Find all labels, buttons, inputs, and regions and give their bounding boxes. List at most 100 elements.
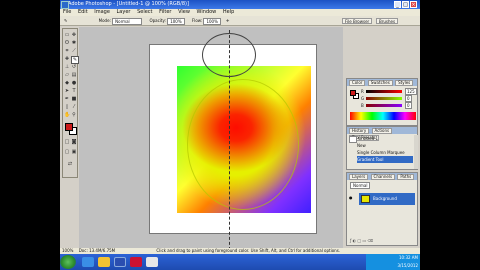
brush-tool-icon[interactable]: ✎ (71, 56, 79, 64)
flow-field[interactable]: 100% (203, 17, 221, 25)
jump-to-imageready-icon[interactable]: ⇄ (67, 161, 73, 167)
menu-layer[interactable]: Layer (117, 9, 131, 15)
tab-swatches[interactable]: Swatches (367, 80, 393, 86)
move-tool-icon[interactable]: ✥ (71, 32, 77, 38)
brush-tool-icon[interactable]: ✎ (64, 18, 67, 23)
tab-color[interactable]: Color (349, 80, 366, 86)
eyedropper-tool-icon[interactable]: ⁄ (71, 104, 77, 110)
type-tool-icon[interactable]: T (71, 88, 77, 94)
history-item-selected[interactable]: Gradient Tool (357, 156, 413, 163)
doc-size: Doc: 13.4M/6.75M (78, 248, 116, 253)
menu-help[interactable]: Help (223, 9, 234, 15)
maximize-button[interactable]: □ (402, 1, 409, 8)
menu-bar: File Edit Image Layer Select Filter View… (60, 9, 420, 16)
quick-mask-off-icon[interactable]: □ (64, 139, 70, 145)
blend-mode-select[interactable]: Normal (350, 182, 371, 189)
zoom-level[interactable]: 100% (62, 248, 73, 253)
green-value[interactable]: 0 (405, 95, 412, 102)
red-slider[interactable] (366, 90, 402, 93)
opacity-field[interactable]: 100% (167, 17, 185, 25)
blur-tool-icon[interactable]: ◆ (64, 80, 70, 86)
ie-icon[interactable] (82, 257, 94, 267)
menu-filter[interactable]: Filter (159, 9, 171, 15)
screen-mode-full-icon[interactable]: ▣ (71, 149, 77, 155)
history-item[interactable]: Single Column Marquee (357, 149, 413, 156)
color-fg-swatch[interactable] (350, 90, 356, 96)
tab-layers[interactable]: Layers (349, 174, 369, 180)
app-icon (61, 1, 69, 9)
history-item-label: Untitled-1 (358, 136, 379, 141)
system-tray: 10:32 AM 3/15/2012 (366, 254, 420, 270)
lasso-tool-icon[interactable]: ʘ (64, 40, 70, 46)
quick-mask-on-icon[interactable]: ◙ (71, 139, 77, 145)
close-button[interactable]: × (410, 1, 417, 8)
menu-image[interactable]: Image (94, 9, 110, 15)
tab-paths[interactable]: Paths (397, 174, 415, 180)
notes-tool-icon[interactable]: ▯ (64, 104, 70, 110)
tab-channels[interactable]: Channels (370, 174, 396, 180)
history-scrollbar[interactable] (414, 135, 418, 169)
tab-history[interactable]: History (349, 128, 370, 134)
status-hint: Click and drag to paint using foreground… (156, 248, 341, 253)
screen-mode-standard-icon[interactable]: ▢ (64, 149, 70, 155)
airbrush-icon[interactable]: ✈ (226, 18, 229, 23)
mode-select[interactable]: Normal (112, 17, 143, 25)
crop-tool-icon[interactable]: ⌗ (64, 48, 70, 54)
path-selection-tool-icon[interactable]: ➤ (64, 88, 70, 94)
red-label: R (361, 89, 364, 94)
menu-select[interactable]: Select (137, 9, 152, 15)
history-panel-tabs: History Actions Tool Presets (347, 127, 417, 141)
menu-window[interactable]: Window (197, 9, 217, 15)
brushes-button[interactable]: Brushes (376, 18, 399, 24)
clone-stamp-tool-icon[interactable]: ⊥ (64, 64, 70, 70)
photoshop-window: Adobe Photoshop - [Untitled-1 @ 100% (RG… (60, 0, 420, 270)
marquee-tool-icon[interactable]: ▭ (64, 32, 70, 38)
app-icon-taskbar[interactable] (146, 257, 158, 267)
clock-time: 10:32 AM (399, 255, 418, 260)
hand-tool-icon[interactable]: ✋ (64, 112, 70, 118)
foreground-color-swatch[interactable] (65, 123, 73, 131)
pen-tool-icon[interactable]: ✒ (64, 96, 70, 102)
green-label: G (361, 96, 365, 101)
magic-wand-tool-icon[interactable]: ✱ (71, 40, 77, 46)
slice-tool-icon[interactable]: ⟋ (71, 48, 77, 54)
color-ramp[interactable] (350, 112, 416, 120)
start-button[interactable] (60, 255, 76, 269)
menu-view[interactable]: View (178, 9, 190, 15)
flow-label: Flow: (191, 18, 203, 23)
tab-styles[interactable]: Styles (395, 80, 414, 86)
eraser-tool-icon[interactable]: ▱ (64, 72, 70, 78)
dodge-tool-icon[interactable]: ● (71, 80, 77, 86)
layer-name: Background (373, 196, 397, 201)
layers-panel: Layers Channels Paths Normal ● Backgroun… (346, 172, 418, 246)
tab-actions[interactable]: Actions (371, 128, 393, 134)
blue-value[interactable]: 0 (405, 102, 412, 109)
menu-edit[interactable]: Edit (78, 9, 88, 15)
history-item[interactable]: New (357, 142, 413, 149)
layer-row-background[interactable]: Background (359, 193, 415, 205)
eye-icon[interactable]: ● (349, 195, 354, 200)
snapshot-thumbnail (349, 135, 357, 143)
healing-brush-tool-icon[interactable]: ✚ (64, 56, 70, 62)
menu-file[interactable]: File (63, 9, 71, 15)
folder-icon[interactable] (98, 257, 110, 267)
file-browser-button[interactable]: File Browser (342, 18, 373, 24)
photoshop-taskbar-icon[interactable] (114, 257, 126, 267)
blue-slider[interactable] (366, 104, 402, 107)
layer-panel-buttons[interactable]: ƒ ◐ □ ▭ ⌫ (350, 238, 416, 244)
history-snapshot[interactable]: Untitled-1 (349, 135, 413, 143)
gradient-tool-icon[interactable]: ▤ (71, 72, 77, 78)
window-title: Adobe Photoshop - [Untitled-1 @ 100% (RG… (68, 1, 189, 7)
ellipse-shape (187, 79, 299, 210)
green-slider[interactable] (366, 97, 402, 100)
red-value[interactable]: 125 (405, 88, 417, 95)
shape-tool-icon[interactable]: ■ (71, 96, 77, 102)
zoom-tool-icon[interactable]: ⚲ (71, 112, 77, 118)
media-player-icon[interactable] (130, 257, 142, 267)
mode-label: Mode: (98, 18, 111, 23)
blue-label: B (361, 103, 364, 108)
minimize-button[interactable]: _ (394, 1, 401, 8)
title-bar[interactable]: Adobe Photoshop - [Untitled-1 @ 100% (RG… (60, 0, 420, 9)
opacity-label: Opacity: (149, 18, 166, 23)
history-brush-tool-icon[interactable]: ↺ (71, 64, 77, 70)
